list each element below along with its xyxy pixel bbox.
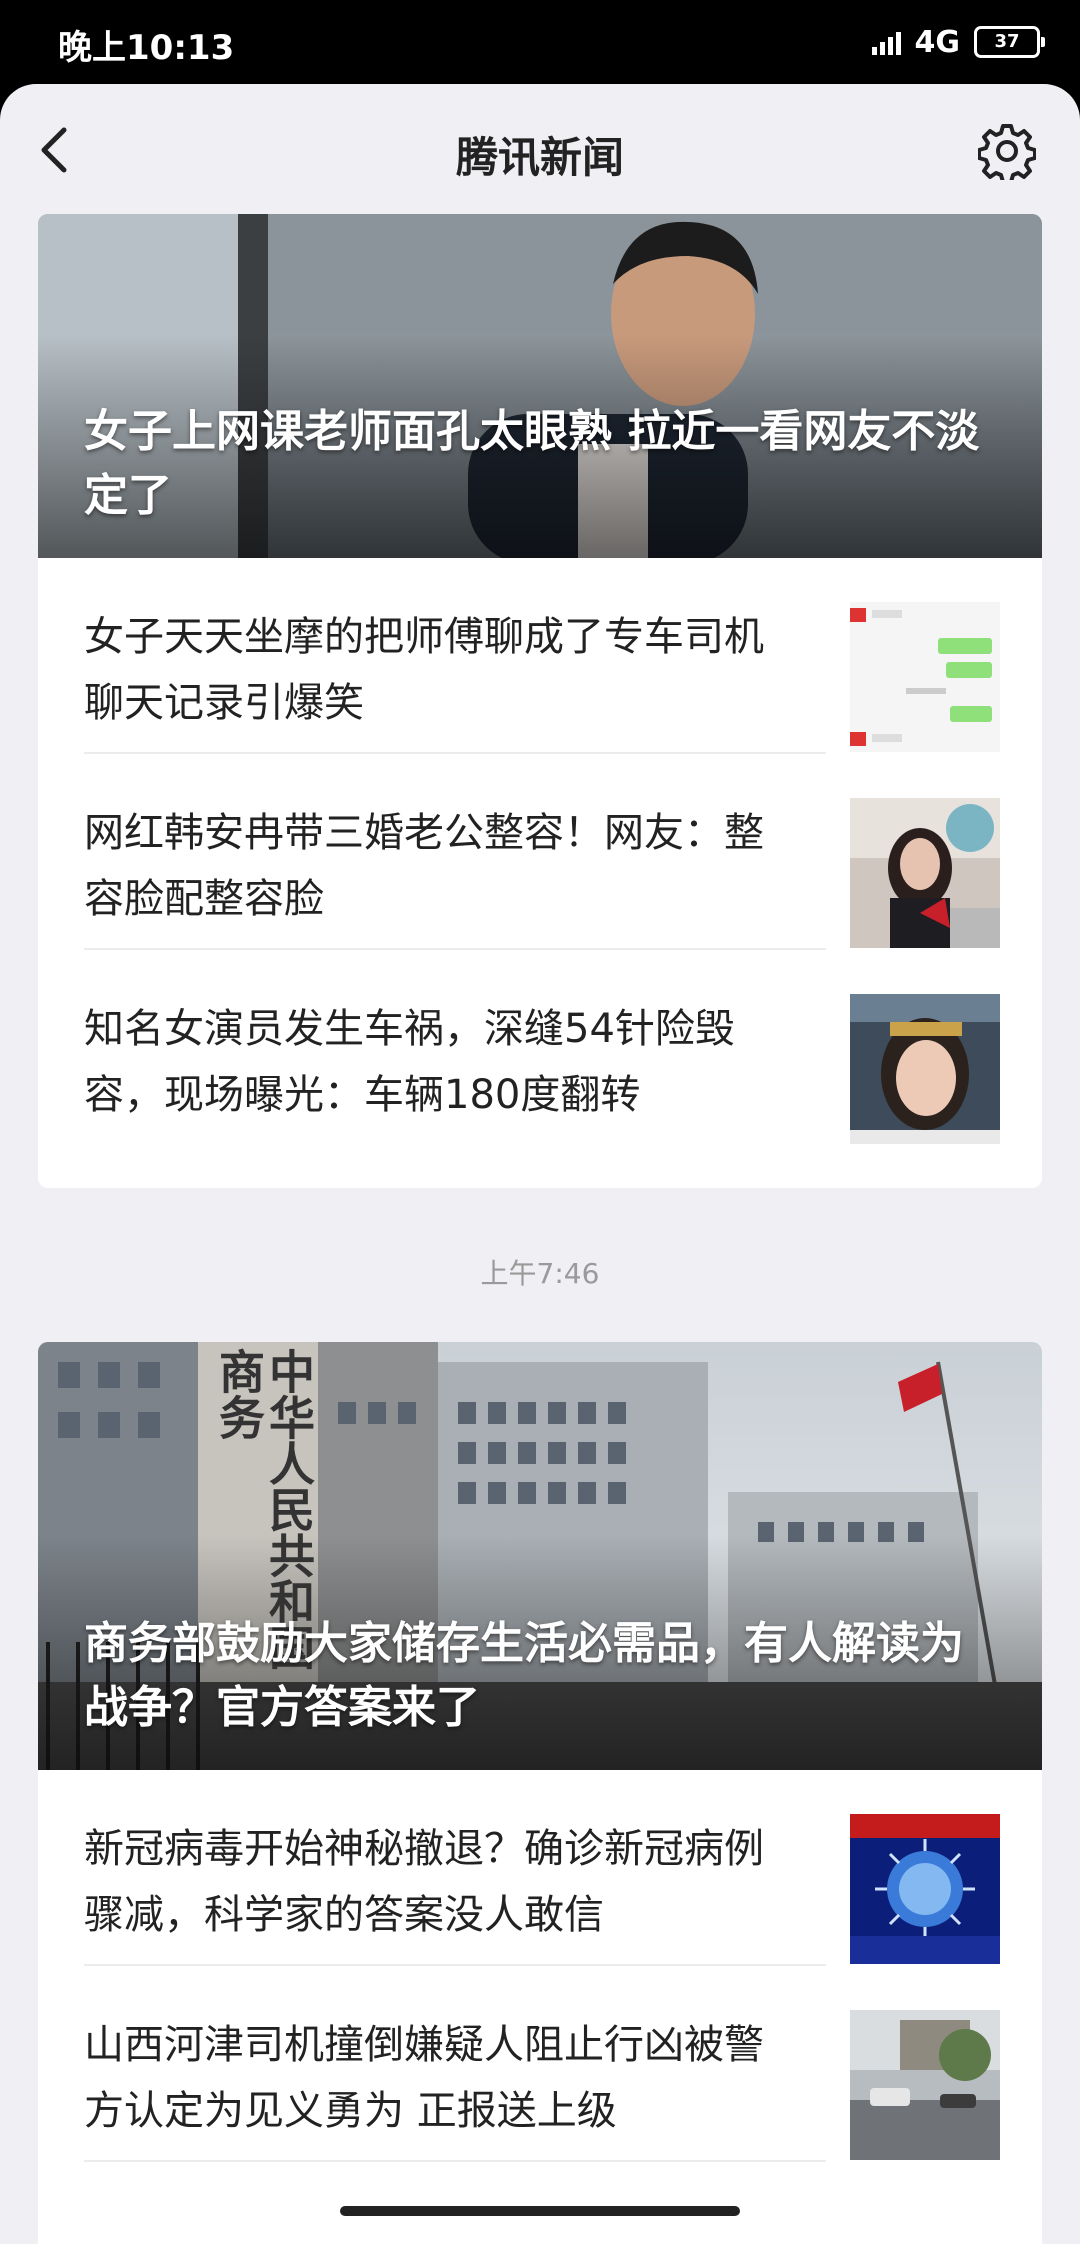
status-time: 晚上10:13	[58, 28, 235, 68]
status-bar: 晚上10:13 4G 37	[0, 0, 1080, 84]
timestamp: 上午7:46	[480, 1257, 600, 1290]
app-screen: 腾讯新闻 女子上网课老师面孔太眼熟 拉近一看网友不淡定了 女子天天坐摩的把师傅聊…	[0, 84, 1080, 2244]
page-title: 腾讯新闻	[455, 133, 624, 182]
news-card-group-1: 女子上网课老师面孔太眼熟 拉近一看网友不淡定了 女子天天坐摩的把师傅聊成了专车司…	[38, 214, 1042, 1188]
news-title: 女子天天坐摩的把师傅聊成了专车司机 聊天记录引爆笑	[84, 614, 764, 726]
news-item[interactable]: 网红韩安冉带三婚老公整容！网友：整容脸配整容脸	[38, 754, 1042, 950]
nav-bar: 腾讯新闻	[0, 84, 1080, 214]
news-item[interactable]: 山西河津司机撞倒嫌疑人阻止行凶被警方认定为见义勇为 正报送上级	[38, 1966, 1042, 2162]
news-thumbnail	[850, 2010, 1000, 2160]
status-indicators: 4G 37	[871, 18, 1045, 66]
news-card-group-2: 中华人民共和国商务 商务部鼓励大家储存生活必需品，有人解读为战争？官方答案来了 …	[38, 1342, 1042, 2244]
hero-title: 女子上网课老师面孔太眼熟 拉近一看网友不淡定了	[84, 406, 980, 521]
battery-icon: 37	[974, 26, 1045, 58]
settings-button[interactable]	[977, 122, 1037, 184]
signal-icon	[871, 29, 901, 55]
news-title: 新冠病毒开始神秘撤退？确诊新冠病例骤减，科学家的答案没人敢信	[84, 1826, 764, 1938]
gear-icon	[977, 124, 1037, 184]
news-item[interactable]: 知名女演员发生车祸，深缝54针险毁容，现场曝光：车辆180度翻转	[38, 950, 1042, 1146]
network-type: 4G	[914, 24, 961, 60]
home-indicator[interactable]	[340, 2206, 740, 2216]
battery-level: 37	[994, 31, 1020, 52]
news-item[interactable]: 女子天天坐摩的把师傅聊成了专车司机 聊天记录引爆笑	[38, 558, 1042, 754]
news-thumbnail	[850, 602, 1000, 752]
news-title: 知名女演员发生车祸，深缝54针险毁容，现场曝光：车辆180度翻转	[84, 1006, 735, 1118]
news-thumbnail	[850, 798, 1000, 948]
item-divider	[84, 2160, 826, 2162]
news-item[interactable]: 新冠病毒开始神秘撤退？确诊新冠病例骤减，科学家的答案没人敢信	[38, 1770, 1042, 1966]
news-thumbnail	[850, 994, 1000, 1144]
news-thumbnail	[850, 1814, 1000, 1964]
hero-title: 商务部鼓励大家储存生活必需品，有人解读为战争？官方答案来了	[84, 1618, 964, 1733]
hero-article[interactable]: 中华人民共和国商务 商务部鼓励大家储存生活必需品，有人解读为战争？官方答案来了	[38, 1342, 1042, 1770]
news-title: 网红韩安冉带三婚老公整容！网友：整容脸配整容脸	[84, 810, 764, 922]
hero-article[interactable]: 女子上网课老师面孔太眼熟 拉近一看网友不淡定了	[38, 214, 1042, 558]
news-title: 山西河津司机撞倒嫌疑人阻止行凶被警方认定为见义勇为 正报送上级	[84, 2022, 764, 2134]
